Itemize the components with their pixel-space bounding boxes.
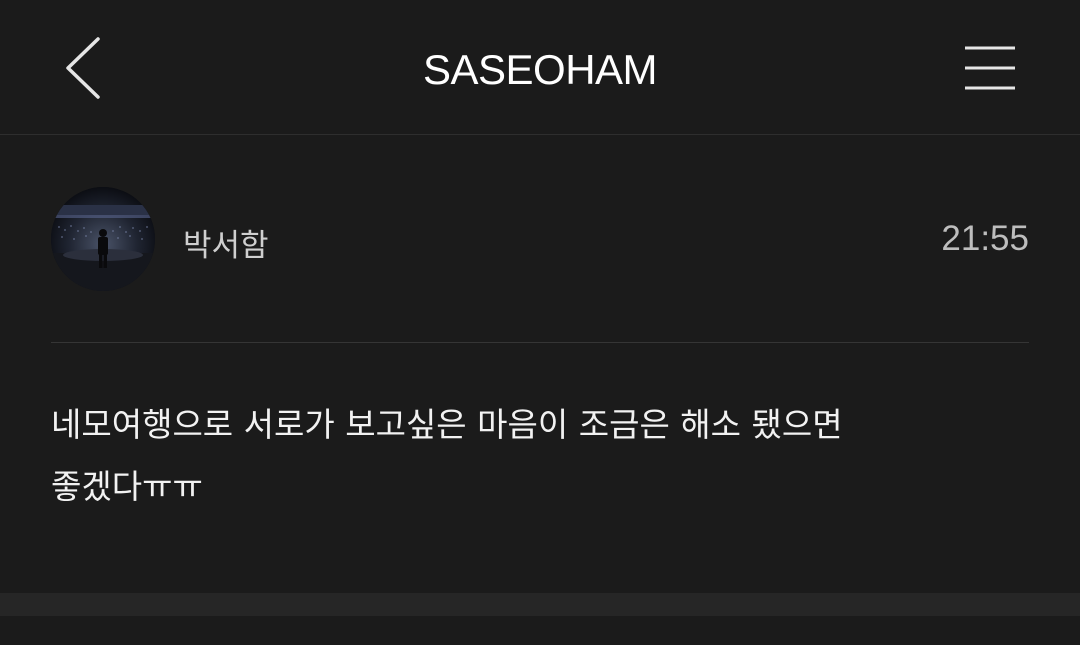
avatar[interactable] <box>51 187 155 291</box>
chevron-left-icon <box>66 37 100 99</box>
concert-stage-image <box>51 187 155 291</box>
post-time: 21:55 <box>941 219 1029 258</box>
next-post-area <box>0 616 1080 645</box>
app-header: SASEOHAM <box>0 0 1080 135</box>
hamburger-menu-icon <box>965 46 1015 90</box>
divider <box>51 342 1029 343</box>
back-button[interactable] <box>52 30 116 106</box>
message-post: 박서함 21:55 네모여행으로 서로가 보고싶은 마음이 조금은 해소 됐으면… <box>0 136 1080 593</box>
author-name[interactable]: 박서함 <box>183 226 269 266</box>
page-title: SASEOHAM <box>422 46 658 93</box>
menu-button[interactable] <box>956 36 1024 100</box>
message-text: 네모여행으로 서로가 보고싶은 마음이 조금은 해소 됐으면 좋겠다ㅠㅠ <box>51 405 843 506</box>
section-separator <box>0 593 1080 616</box>
